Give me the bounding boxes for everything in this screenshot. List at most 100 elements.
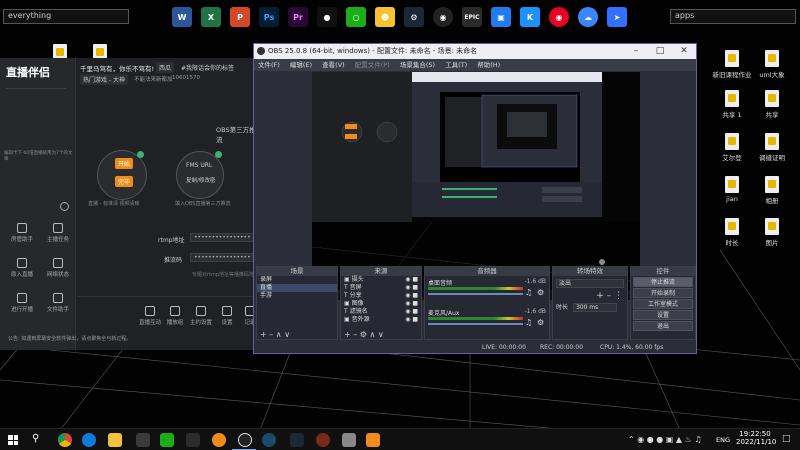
app-icon[interactable]	[136, 433, 150, 447]
scene-item-selected[interactable]: 直播	[257, 284, 337, 292]
gear-icon[interactable]: ⚙	[537, 288, 544, 297]
qq-icon[interactable]: ●	[317, 7, 337, 27]
obs-window[interactable]: OBS 25.0.8 (64-bit, windows) - 配置文件: 未命名…	[253, 43, 697, 354]
wechat-icon[interactable]	[160, 433, 174, 447]
apps-search-input[interactable]: apps	[670, 9, 796, 24]
start-button[interactable]: 开始	[115, 158, 134, 169]
scene-item[interactable]: 录屏	[257, 276, 337, 284]
app-icon[interactable]	[366, 433, 380, 447]
notification-icon[interactable]: □	[782, 434, 791, 444]
epic-games-icon[interactable]: EPIC	[462, 7, 482, 27]
gear-icon[interactable]: ⚙	[537, 318, 544, 327]
wechat-icon[interactable]: ○	[346, 7, 366, 27]
category-select[interactable]: 热门游戏 - 大神	[80, 74, 128, 85]
app-icon[interactable]	[316, 433, 330, 447]
side-button[interactable]: 文件助手	[40, 293, 76, 313]
steam-icon[interactable]: ⚙	[404, 7, 424, 27]
start-button[interactable]	[8, 435, 18, 445]
eye-lock-icon[interactable]: ◉ ■	[405, 292, 418, 300]
file-explorer-icon[interactable]	[108, 433, 122, 447]
source-toolbar[interactable]: + – ⚙ ∧ ∨	[344, 330, 384, 339]
word-icon[interactable]: W	[172, 7, 192, 27]
volume-slider[interactable]	[428, 323, 523, 325]
source-item[interactable]: ▣ 音外源 ◉ ■	[341, 316, 421, 324]
scene-toolbar[interactable]: + – ∧ ∨	[260, 330, 290, 339]
menu-file[interactable]: 文件(F)	[258, 61, 280, 69]
close-icon[interactable]: ✕	[672, 44, 696, 59]
remote-desktop-icon[interactable]: ▣	[491, 7, 511, 27]
desktop-icon[interactable]: 调缝证明	[742, 133, 800, 162]
help-icon[interactable]	[60, 202, 69, 211]
app-icon[interactable]	[342, 433, 356, 447]
language-indicator[interactable]: ENG	[716, 436, 730, 444]
side-button[interactable]: 原入直播	[4, 258, 40, 278]
maximize-icon[interactable]: □	[648, 44, 672, 59]
app-icon[interactable]	[212, 433, 226, 447]
start-recording-button[interactable]: 开始录制	[633, 288, 693, 298]
source-item[interactable]: ▣ 摄头 ◉ ■	[341, 276, 421, 284]
speaker-icon[interactable]: ♫	[525, 318, 532, 327]
menu-help[interactable]: 帮助(H)	[477, 61, 500, 69]
clock[interactable]: 19:22:50 2022/11/10	[736, 430, 776, 446]
feishu-icon[interactable]: ➤	[607, 7, 627, 27]
studio-mode-button[interactable]: 工作室模式	[633, 299, 693, 309]
menu-profile[interactable]: 配置文件(P)	[355, 61, 390, 69]
player-icon	[170, 306, 180, 316]
obs-taskbar-icon[interactable]	[238, 433, 252, 447]
menu-tools[interactable]: 工具(T)	[445, 61, 467, 69]
everything-search-input[interactable]: everything	[3, 9, 129, 24]
desktop-icon[interactable]: uml大象	[742, 50, 800, 79]
transition-select[interactable]: 淡出	[556, 279, 624, 288]
excel-icon[interactable]: X	[201, 7, 221, 27]
tag-hint[interactable]: #我限话会你的标签	[178, 62, 237, 73]
qq-pet-icon[interactable]: ☻	[375, 7, 395, 27]
edge-icon[interactable]	[82, 433, 96, 447]
source-item[interactable]: T 音屏 ◉ ■	[341, 284, 421, 292]
side-button[interactable]: 网络状态	[40, 258, 76, 278]
tray-icons[interactable]: ⌃ ◉ ● ● ▣ ▲ ♨ ♫	[628, 435, 702, 444]
eye-lock-icon[interactable]: ◉ ■	[405, 316, 418, 324]
k-app-icon[interactable]: K	[520, 7, 540, 27]
eye-lock-icon[interactable]: ◉ ■	[405, 276, 418, 284]
duration-input[interactable]: 300 ms	[572, 303, 617, 312]
photoshop-icon[interactable]: Ps	[259, 7, 279, 27]
search-icon[interactable]: ⚲	[32, 433, 39, 444]
stream-key-field[interactable]: ••••••••••••••••	[190, 253, 258, 262]
app-icon[interactable]	[186, 433, 200, 447]
scene-item[interactable]: 手游	[257, 292, 337, 300]
source-item[interactable]: T 分享 ◉ ■	[341, 292, 421, 300]
steam-icon[interactable]	[290, 433, 304, 447]
powerpoint-icon[interactable]: P	[230, 7, 250, 27]
obs-icon[interactable]: ◉	[433, 7, 453, 27]
eye-lock-icon[interactable]: ◉ ■	[405, 300, 418, 308]
menu-edit[interactable]: 编辑(E)	[290, 61, 312, 69]
category-tag[interactable]: 西瓜	[156, 62, 175, 73]
app-icon[interactable]	[262, 433, 276, 447]
menu-scene-collection[interactable]: 场景集合(S)	[400, 61, 435, 69]
source-item[interactable]: T 滤镜名 ◉ ■	[341, 308, 421, 316]
rtmp-address-field[interactable]: ••••••••••••••••	[190, 233, 258, 242]
speaker-icon[interactable]: ♫	[525, 288, 532, 297]
source-item[interactable]: ▣ 图像 ◉ ■	[341, 300, 421, 308]
netease-music-icon[interactable]: ◉	[549, 7, 569, 27]
menu-view[interactable]: 查看(V)	[322, 61, 345, 69]
transition-add-remove[interactable]: + – ⋮	[553, 291, 623, 301]
done-button[interactable]: 完毕	[115, 176, 134, 187]
volume-slider[interactable]	[428, 293, 523, 295]
desktop-icon[interactable]: 共享	[742, 90, 800, 119]
settings-button[interactable]: 设置	[633, 310, 693, 320]
side-button[interactable]: 房管助手	[4, 223, 40, 243]
desktop-icon[interactable]: 相册	[742, 176, 800, 205]
minimize-icon[interactable]: –	[624, 44, 648, 59]
premiere-icon[interactable]: Pr	[288, 7, 308, 27]
baidu-pan-icon[interactable]: ☁	[578, 7, 598, 27]
eye-lock-icon[interactable]: ◉ ■	[405, 284, 418, 292]
desktop-icon[interactable]: 图片	[742, 218, 800, 247]
eye-lock-icon[interactable]: ◉ ■	[405, 308, 418, 316]
chrome-icon[interactable]	[58, 433, 72, 447]
stream-companion-window[interactable]: 直播伴侣 编辑卡下 60倍直播级用为7个的文章 房管助手 主播任务 原入直播 网…	[0, 58, 260, 350]
side-button[interactable]: 进行开播	[4, 293, 40, 313]
exit-button[interactable]: 退出	[633, 321, 693, 331]
side-button[interactable]: 主播任务	[40, 223, 76, 243]
stop-streaming-button[interactable]: 停止推流	[633, 277, 693, 287]
